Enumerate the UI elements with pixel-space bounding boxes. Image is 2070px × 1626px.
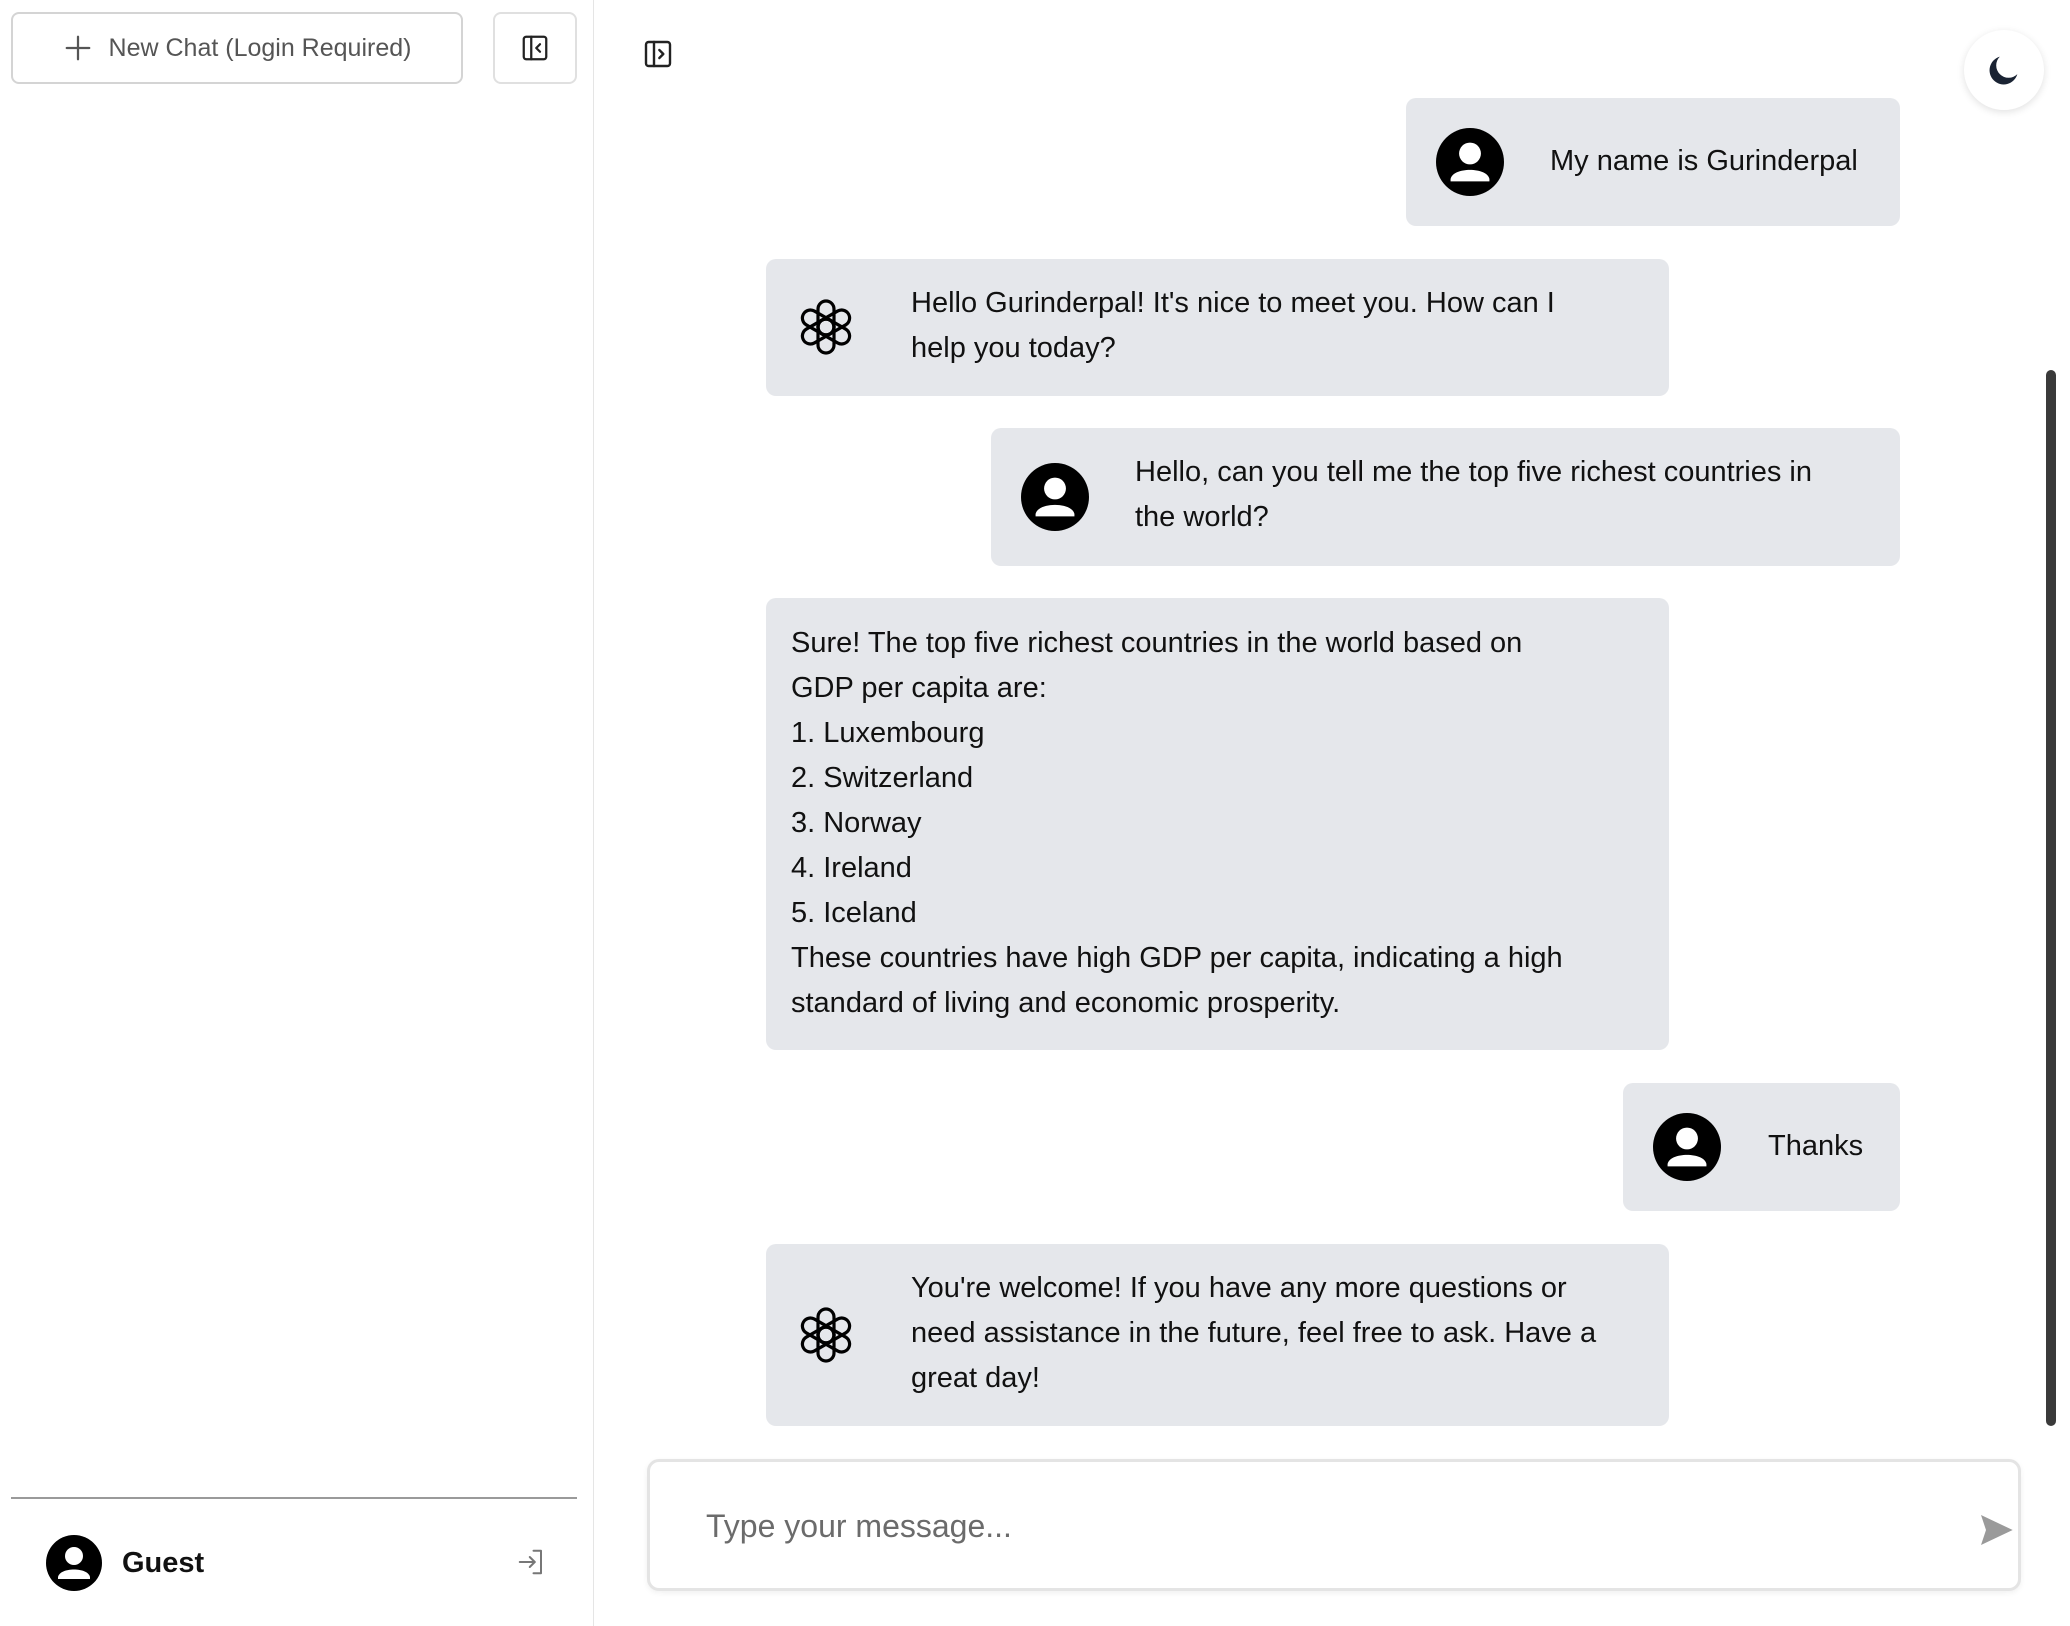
message-text: You're welcome! If you have any more que… [911, 1266, 1596, 1401]
assistant-message: Hello Gurinderpal! It's nice to meet you… [766, 259, 1669, 396]
send-icon[interactable] [1976, 1510, 2016, 1550]
list-item: 5. Iceland [791, 897, 917, 929]
chat-main: My name is Gurinderpal Hello Gurinderpal… [594, 0, 2070, 1626]
list-item: 2. Switzerland [791, 762, 974, 794]
chat-app: New Chat (Login Required) Guest My name … [0, 0, 2070, 1626]
sidebar-divider [11, 1497, 577, 1499]
scrollbar[interactable] [2046, 370, 2056, 1426]
theme-toggle-button[interactable] [1964, 30, 2044, 110]
message-line: GDP per capita are: [791, 672, 1047, 704]
message-line: standard of living and economic prosperi… [791, 987, 1341, 1019]
openai-logo-icon [800, 1307, 852, 1363]
user-message: Hello, can you tell me the top five rich… [991, 428, 1900, 566]
user-profile: Guest [46, 1535, 546, 1591]
message-line: the world? [1135, 501, 1269, 533]
user-circle-icon [1653, 1113, 1721, 1181]
user-circle-icon [1436, 128, 1504, 196]
message-composer [647, 1459, 2021, 1591]
collapse-sidebar-button[interactable] [493, 12, 577, 84]
assistant-message: You're welcome! If you have any more que… [766, 1244, 1669, 1426]
user-circle-icon [1021, 463, 1089, 531]
message-text: Thanks [1768, 1130, 1864, 1162]
message-input[interactable] [706, 1498, 1886, 1554]
message-line: You're welcome! If you have any more que… [911, 1272, 1567, 1304]
sidebar-collapse-icon [522, 35, 548, 61]
sidebar: New Chat (Login Required) Guest [0, 0, 594, 1626]
message-line: help you today? [911, 332, 1116, 364]
moon-icon [1989, 56, 2018, 85]
message-line: These countries have high GDP per capita… [791, 942, 1563, 974]
new-chat-button[interactable]: New Chat (Login Required) [11, 12, 463, 84]
message-text: Hello, can you tell me the top five rich… [1135, 450, 1812, 540]
list-item: 3. Norway [791, 807, 922, 839]
message-line: Sure! The top five richest countries in … [791, 627, 1523, 659]
assistant-message: Sure! The top five richest countries in … [766, 598, 1669, 1050]
message-text: Sure! The top five richest countries in … [791, 621, 1563, 1026]
openai-logo-icon [800, 299, 852, 355]
message-line: great day! [911, 1362, 1040, 1394]
message-line: Hello, can you tell me the top five rich… [1135, 456, 1812, 488]
message-line: Hello Gurinderpal! It's nice to meet you… [911, 287, 1555, 319]
plus-icon [65, 35, 90, 61]
sidebar-expand-icon[interactable] [642, 38, 674, 70]
message-text: My name is Gurinderpal [1550, 145, 1858, 177]
user-message: My name is Gurinderpal [1406, 98, 1900, 226]
message-text: Hello Gurinderpal! It's nice to meet you… [911, 281, 1555, 371]
user-message: Thanks [1623, 1083, 1900, 1211]
user-circle-icon [46, 1535, 102, 1591]
list-item: 4. Ireland [791, 852, 912, 884]
new-chat-label: New Chat (Login Required) [108, 33, 412, 62]
message-line: need assistance in the future, feel free… [911, 1317, 1597, 1349]
list-item: 1. Luxembourg [791, 717, 985, 749]
user-name: Guest [122, 1546, 205, 1579]
login-icon[interactable] [516, 1547, 546, 1577]
